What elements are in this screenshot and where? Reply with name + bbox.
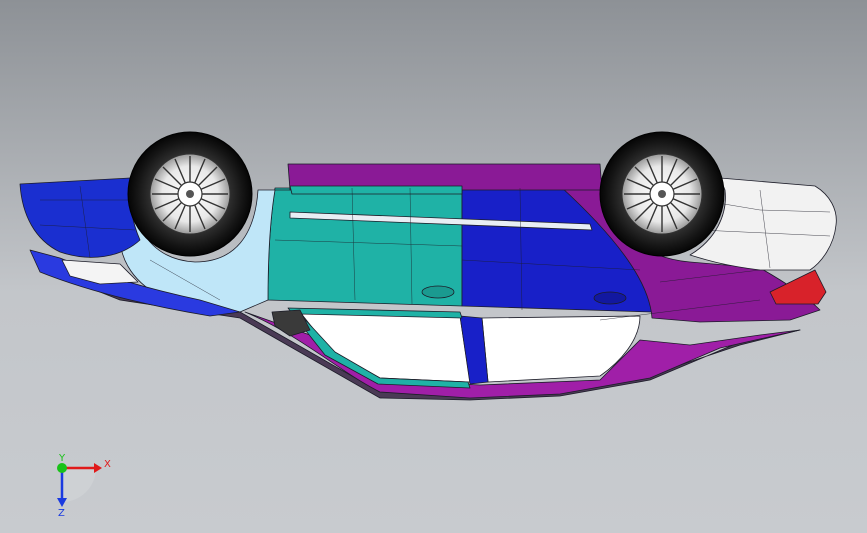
- rear-wheel[interactable]: [599, 131, 725, 257]
- front-door-handle[interactable]: [421, 285, 455, 299]
- z-axis-label: Z: [58, 508, 65, 519]
- rear-door-handle[interactable]: [593, 291, 627, 305]
- y-axis-label: Y: [58, 453, 66, 464]
- graphics-viewport[interactable]: X Y Z: [0, 0, 867, 533]
- door-top-strip: [289, 185, 463, 195]
- viewport-canvas[interactable]: X Y Z: [0, 0, 867, 533]
- front-wheel[interactable]: [127, 131, 253, 257]
- y-axis-dot-icon: [57, 463, 67, 473]
- x-axis-label: X: [104, 459, 111, 470]
